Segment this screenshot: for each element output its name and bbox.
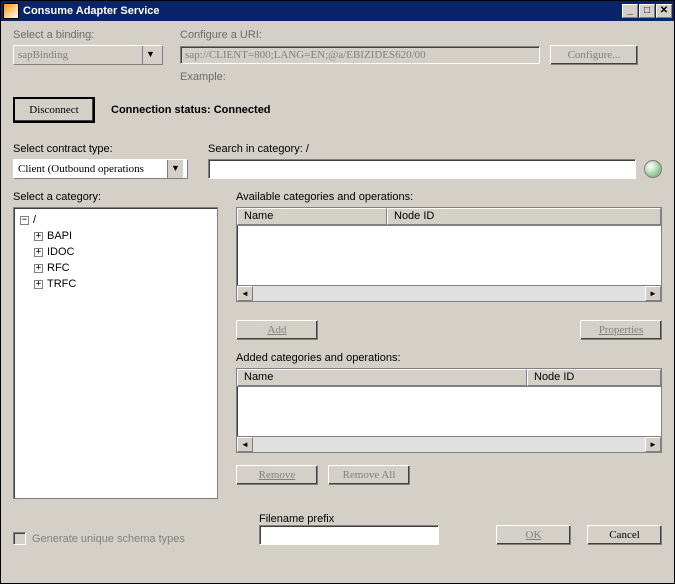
- chevron-down-icon[interactable]: ▼: [167, 160, 183, 178]
- ok-button: OK: [496, 525, 571, 545]
- minimize-button[interactable]: _: [622, 4, 638, 18]
- tree-node[interactable]: +BAPI: [34, 228, 213, 244]
- close-button[interactable]: ✕: [656, 4, 672, 18]
- available-label: Available categories and operations:: [236, 191, 662, 203]
- titlebar: Consume Adapter Service _ □ ✕: [1, 1, 674, 21]
- column-name[interactable]: Name: [237, 208, 387, 225]
- scroll-right-icon[interactable]: ►: [645, 286, 661, 301]
- scrollbar[interactable]: ◄ ►: [237, 436, 661, 452]
- cancel-button[interactable]: Cancel: [587, 525, 662, 545]
- tree-node[interactable]: +RFC: [34, 260, 213, 276]
- generate-unique-label: Generate unique schema types: [32, 533, 185, 545]
- expand-icon[interactable]: +: [34, 248, 43, 257]
- expand-icon[interactable]: +: [34, 232, 43, 241]
- search-input[interactable]: [208, 159, 636, 179]
- expand-icon[interactable]: +: [34, 280, 43, 289]
- chevron-down-icon: ▼: [142, 46, 158, 64]
- column-name[interactable]: Name: [237, 369, 527, 386]
- collapse-icon[interactable]: −: [20, 216, 29, 225]
- maximize-button[interactable]: □: [639, 4, 655, 18]
- contract-combo[interactable]: ▼: [13, 159, 188, 179]
- added-listview[interactable]: Name Node ID ◄ ►: [236, 368, 662, 453]
- unique-schema-checkbox: [13, 532, 26, 545]
- scroll-left-icon[interactable]: ◄: [237, 286, 253, 301]
- disconnect-button[interactable]: Disconnect: [13, 97, 95, 123]
- example-label: Example:: [180, 71, 662, 83]
- configure-uri-label: Configure a URI:: [180, 29, 662, 41]
- added-label: Added categories and operations:: [236, 352, 662, 364]
- properties-button: Properties: [580, 320, 662, 340]
- add-button: Add: [236, 320, 318, 340]
- tree-node[interactable]: +IDOC: [34, 244, 213, 260]
- filename-prefix-label: Filename prefix: [259, 513, 439, 525]
- select-binding-label: Select a binding:: [13, 29, 168, 41]
- contract-value[interactable]: [14, 161, 167, 177]
- binding-value: [14, 47, 142, 63]
- app-icon: [3, 3, 19, 19]
- expand-icon[interactable]: +: [34, 264, 43, 273]
- scrollbar[interactable]: ◄ ►: [237, 285, 661, 301]
- category-tree[interactable]: −/ +BAPI +IDOC +RFC +TRFC: [13, 207, 218, 499]
- search-category-label: Search in category: /: [208, 143, 662, 155]
- window-title: Consume Adapter Service: [23, 5, 618, 17]
- select-category-label: Select a category:: [13, 191, 218, 203]
- available-listview[interactable]: Name Node ID ◄ ►: [236, 207, 662, 302]
- go-icon[interactable]: [644, 160, 662, 178]
- tree-node[interactable]: +TRFC: [34, 276, 213, 292]
- column-node-id[interactable]: Node ID: [527, 369, 661, 386]
- binding-combo: ▼: [13, 45, 163, 65]
- scroll-left-icon[interactable]: ◄: [237, 437, 253, 452]
- filename-prefix-field[interactable]: [259, 525, 439, 545]
- configure-button: Configure...: [550, 45, 638, 65]
- uri-field: [180, 46, 540, 64]
- connection-status: Connection status: Connected: [111, 104, 271, 116]
- tree-root[interactable]: −/ +BAPI +IDOC +RFC +TRFC: [20, 212, 213, 292]
- remove-button: Remove: [236, 465, 318, 485]
- scroll-right-icon[interactable]: ►: [645, 437, 661, 452]
- column-node-id[interactable]: Node ID: [387, 208, 661, 225]
- select-contract-label: Select contract type:: [13, 143, 188, 155]
- window: Consume Adapter Service _ □ ✕ Select a b…: [0, 0, 675, 584]
- remove-all-button: Remove All: [328, 465, 410, 485]
